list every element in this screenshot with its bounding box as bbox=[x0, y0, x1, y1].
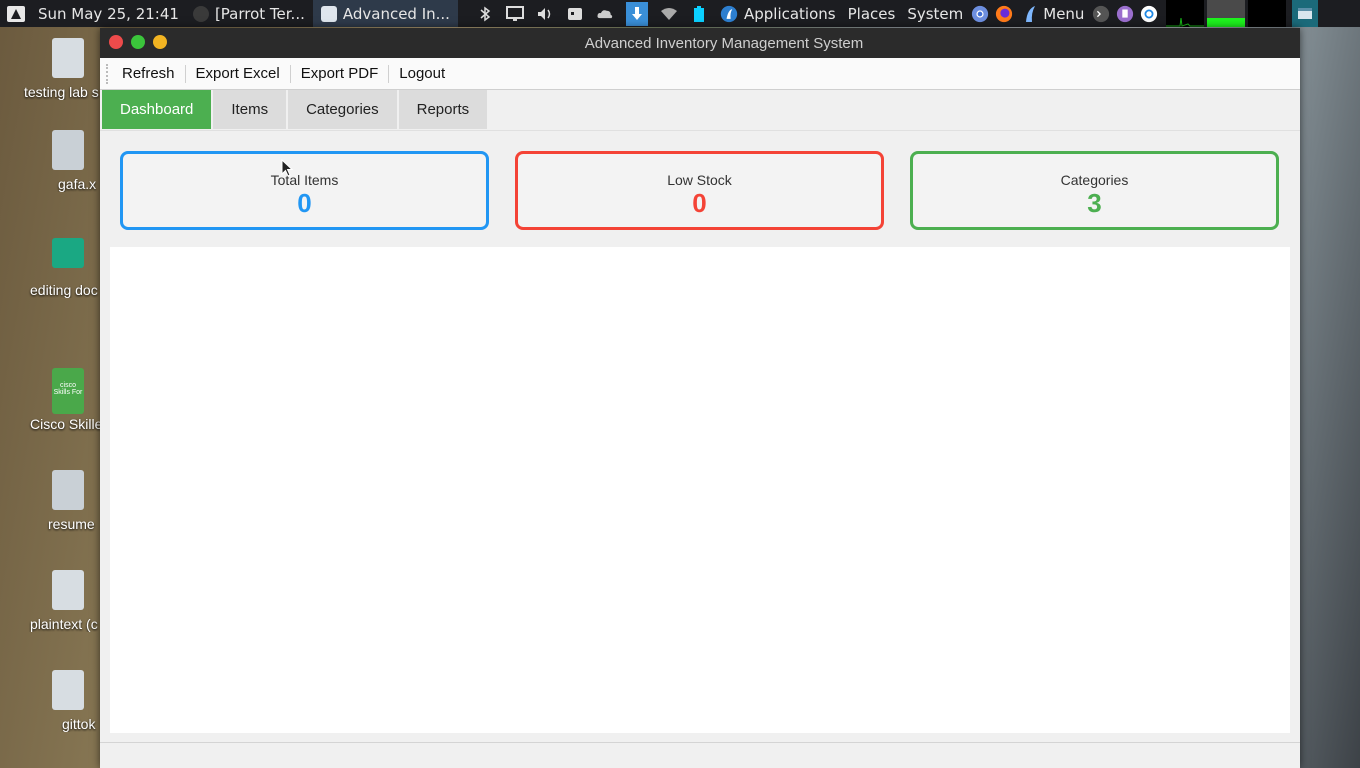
desktop-icon-gittok[interactable]: gittok bbox=[0, 670, 100, 732]
menu-button[interactable]: Menu bbox=[1015, 0, 1090, 27]
text-file-icon bbox=[52, 38, 84, 78]
parrot-menu-icon[interactable] bbox=[0, 0, 32, 27]
text-file-icon bbox=[52, 670, 84, 710]
network-graph bbox=[1248, 0, 1287, 27]
desktop-icon-testing-lab[interactable]: testing lab s bbox=[0, 38, 100, 100]
system-menu[interactable]: System bbox=[901, 0, 969, 27]
tab-bar: Dashboard Items Categories Reports bbox=[100, 90, 1300, 131]
tab-categories[interactable]: Categories bbox=[288, 90, 397, 129]
desktop-icon-label: gafa.x bbox=[58, 176, 97, 192]
memory-graph bbox=[1207, 0, 1246, 27]
firefox-icon[interactable] bbox=[995, 5, 1013, 23]
cisco-app-icon: cisco Skills For bbox=[52, 368, 84, 414]
desktop-icon-label: editing doc bbox=[30, 282, 98, 298]
cpu-graph bbox=[1166, 0, 1205, 27]
categories-card: Categories 3 bbox=[910, 151, 1279, 230]
stat-label: Low Stock bbox=[667, 171, 732, 188]
text-file-icon bbox=[52, 570, 84, 610]
chromium-icon[interactable] bbox=[971, 5, 989, 23]
audio-file-icon bbox=[52, 470, 84, 510]
maximize-window-button[interactable] bbox=[131, 35, 145, 49]
desktop-icon-label: testing lab s bbox=[24, 84, 99, 100]
download-icon[interactable] bbox=[625, 1, 648, 26]
clock[interactable]: Sun May 25, 21:41 bbox=[32, 0, 185, 27]
audio-file-icon bbox=[52, 130, 84, 170]
desktop-icon-label: gittok bbox=[62, 716, 96, 732]
terminal-icon bbox=[192, 5, 209, 22]
tab-items[interactable]: Items bbox=[213, 90, 287, 129]
export-pdf-button[interactable]: Export PDF bbox=[293, 61, 387, 87]
applications-menu[interactable]: Applications bbox=[714, 0, 842, 27]
stat-value: 0 bbox=[297, 187, 312, 218]
desktop-icon-label: resume bbox=[48, 516, 95, 532]
tab-dashboard[interactable]: Dashboard bbox=[102, 90, 212, 129]
parrot-icon bbox=[720, 5, 738, 23]
task-label: [Parrot Ter... bbox=[214, 4, 305, 23]
refresh-button[interactable]: Refresh bbox=[114, 61, 183, 87]
battery-icon[interactable] bbox=[690, 5, 708, 23]
launchers bbox=[969, 0, 1015, 27]
low-stock-card: Low Stock 0 bbox=[515, 151, 884, 230]
window-title: Advanced Inventory Management System bbox=[584, 34, 864, 52]
desktop-icon-gafa[interactable]: gafa.x bbox=[0, 130, 100, 192]
display-icon[interactable] bbox=[505, 5, 524, 23]
wifi-icon[interactable] bbox=[660, 5, 678, 23]
cisco-brand: cisco bbox=[60, 382, 76, 389]
toolbar-separator bbox=[184, 64, 186, 83]
places-menu[interactable]: Places bbox=[842, 0, 902, 27]
volume-icon[interactable] bbox=[536, 5, 554, 23]
parrot-icon bbox=[1021, 5, 1039, 23]
dashboard-content-area bbox=[110, 247, 1290, 733]
desktop-icon-editing-doc[interactable]: editing doc bbox=[0, 238, 100, 298]
text-editor-icon[interactable] bbox=[1116, 5, 1134, 23]
system-tray bbox=[458, 0, 714, 27]
inventory-window: Advanced Inventory Management System Ref… bbox=[100, 28, 1300, 768]
close-window-button[interactable] bbox=[109, 35, 123, 49]
total-items-card: Total Items 0 bbox=[120, 151, 489, 230]
window-titlebar[interactable]: Advanced Inventory Management System bbox=[100, 28, 1300, 58]
task-button-terminal[interactable]: [Parrot Ter... bbox=[185, 0, 313, 27]
stat-label: Categories bbox=[1060, 171, 1129, 188]
desktop-icon-cisco[interactable]: cisco Skills For Cisco Skille bbox=[0, 368, 100, 432]
applications-label: Applications bbox=[743, 4, 836, 23]
task-label: Advanced In... bbox=[342, 4, 450, 23]
desktop-icon-plaintext[interactable]: plaintext (c bbox=[0, 570, 100, 632]
toolbar-separator bbox=[289, 64, 291, 83]
window-icon bbox=[320, 5, 337, 22]
show-desktop-icon[interactable] bbox=[1292, 0, 1319, 27]
toolbar-grip[interactable] bbox=[106, 63, 110, 84]
menu-label: Menu bbox=[1043, 4, 1085, 23]
stat-value: 0 bbox=[692, 187, 707, 218]
stats-row: Total Items 0 Low Stock 0 Categories 3 bbox=[100, 131, 1300, 246]
top-panel: Sun May 25, 21:41 [Parrot Ter... Advance… bbox=[0, 0, 1360, 27]
terminal-icon[interactable] bbox=[1092, 5, 1110, 23]
toolbar-separator bbox=[388, 64, 390, 83]
folder-icon bbox=[52, 238, 84, 268]
desktop-icon-resume[interactable]: resume bbox=[0, 470, 100, 532]
logout-button[interactable]: Logout bbox=[391, 61, 453, 87]
status-bar bbox=[100, 742, 1300, 768]
settings-icon[interactable] bbox=[1140, 5, 1158, 23]
bluetooth-icon[interactable] bbox=[476, 5, 494, 23]
toolbar: Refresh Export Excel Export PDF Logout bbox=[100, 58, 1300, 90]
cloud-icon[interactable] bbox=[596, 5, 614, 23]
quick-launch bbox=[1090, 0, 1160, 27]
task-button-inventory[interactable]: Advanced In... bbox=[312, 0, 458, 27]
export-excel-button[interactable]: Export Excel bbox=[188, 61, 288, 87]
stat-value: 3 bbox=[1087, 187, 1102, 218]
minimize-window-button[interactable] bbox=[153, 35, 167, 49]
desktop-icon-label: Cisco Skille bbox=[30, 416, 100, 432]
tab-reports[interactable]: Reports bbox=[398, 90, 488, 129]
keyboard-icon[interactable] bbox=[566, 5, 584, 23]
desktop-icon-label: plaintext (c bbox=[30, 616, 98, 632]
cisco-sub: Skills For bbox=[53, 389, 83, 396]
